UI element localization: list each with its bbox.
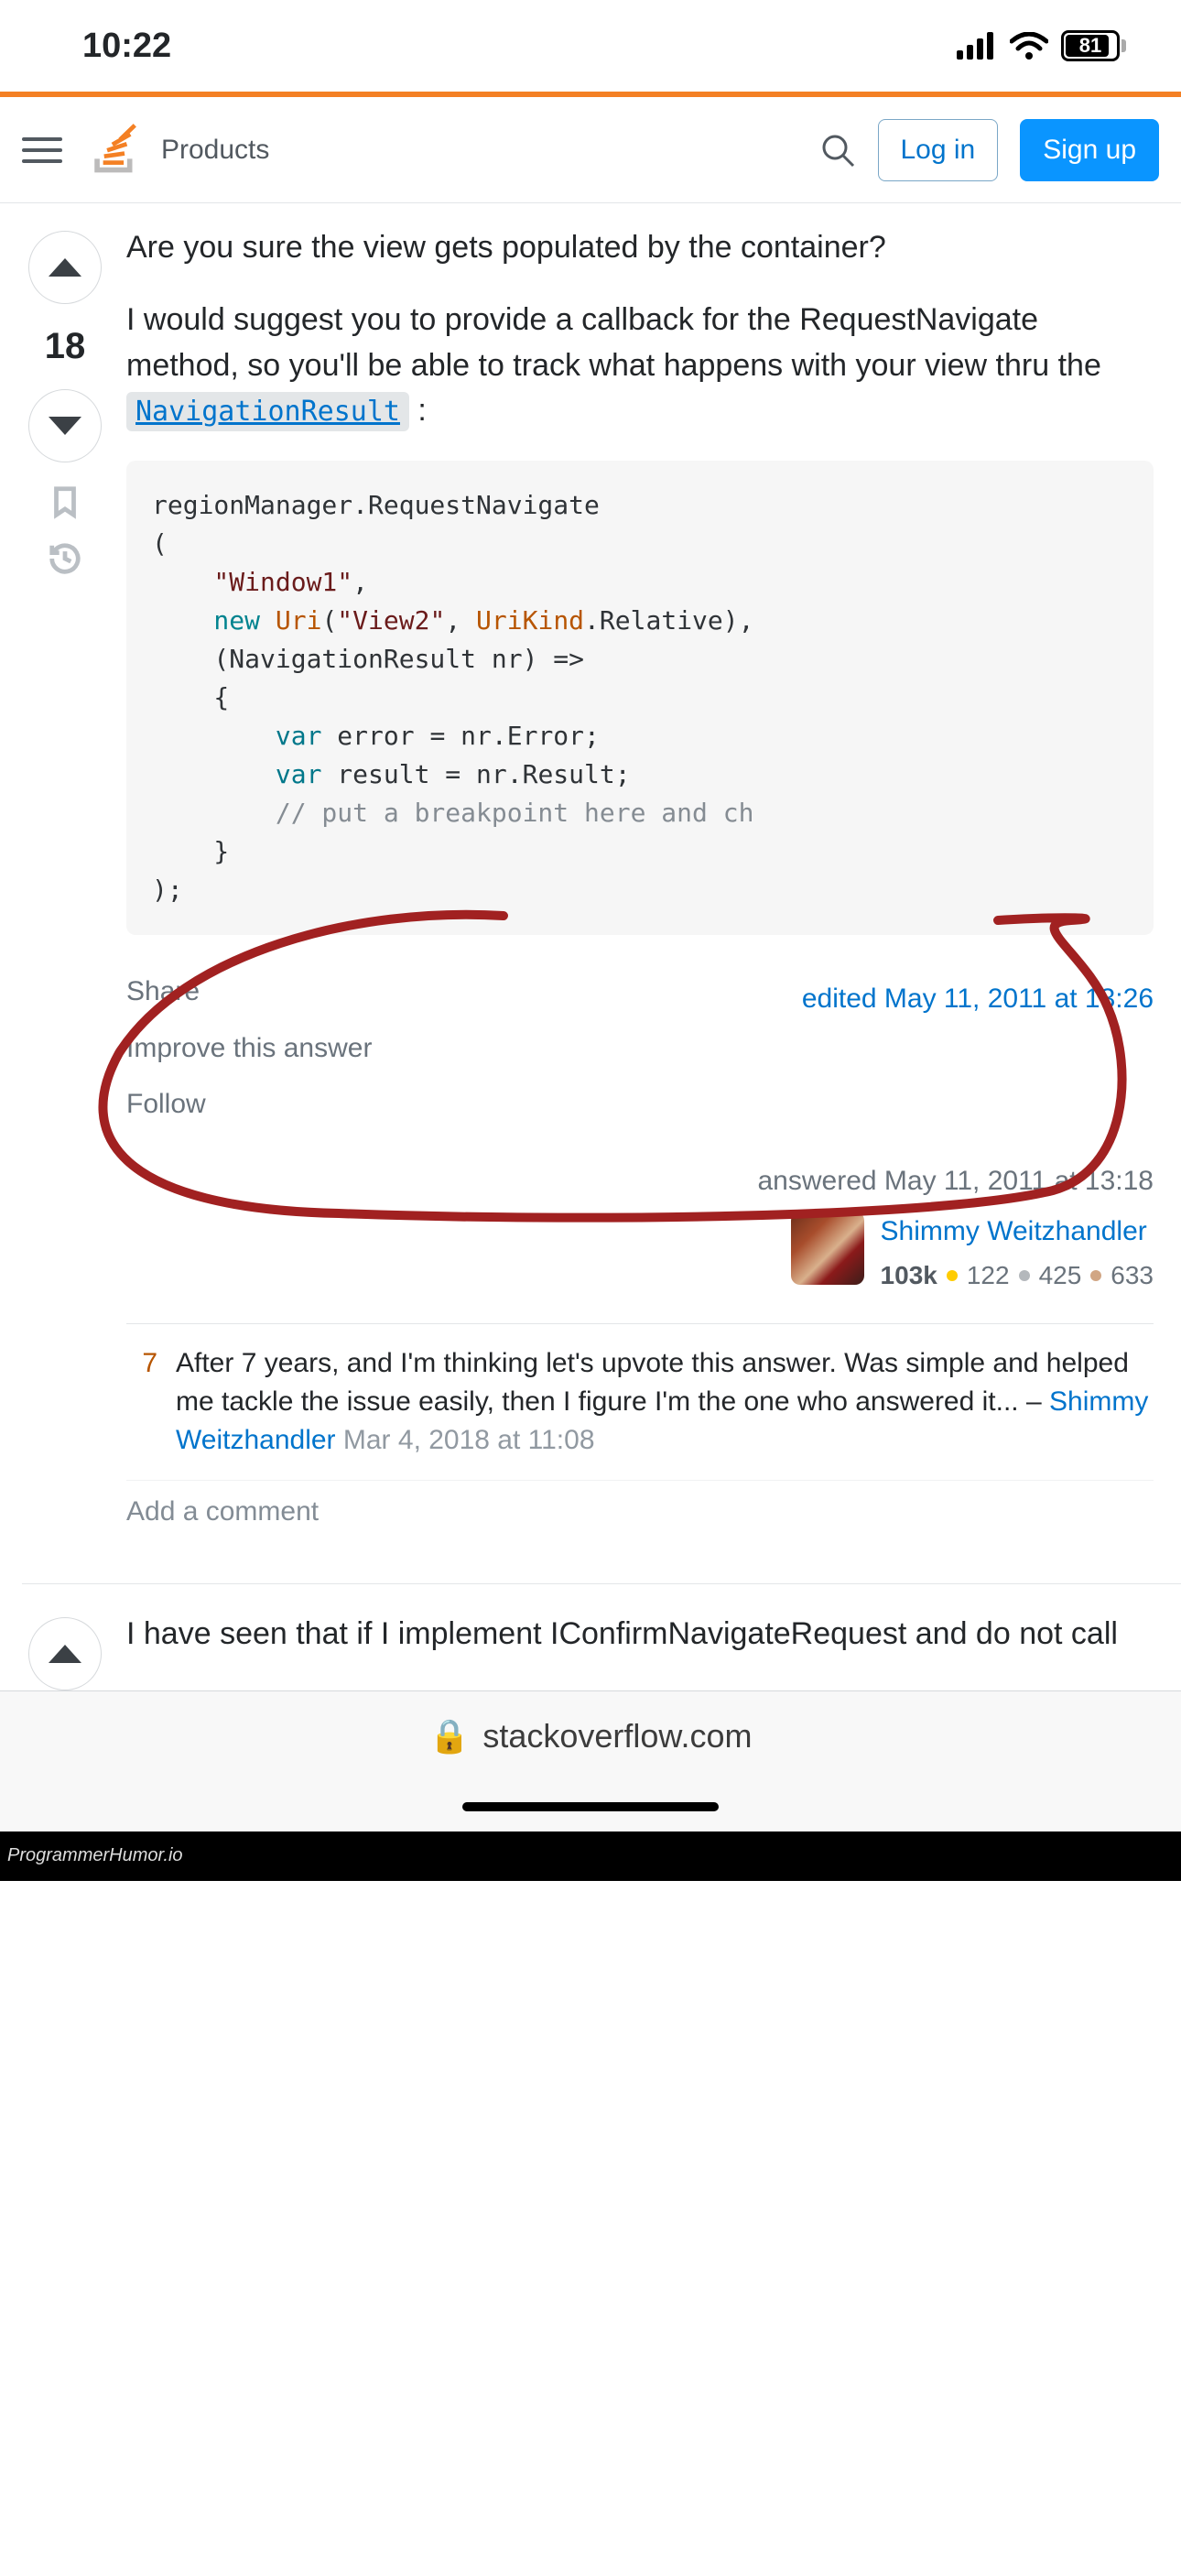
clock: 10:22 (82, 27, 171, 66)
comment-body: After 7 years, and I'm thinking let's up… (176, 1344, 1150, 1460)
answer: I have seen that if I implement IConfirm… (0, 1612, 1181, 1690)
edited-timestamp[interactable]: edited May 11, 2011 at 13:26 (802, 979, 1154, 1019)
comment-date: Mar 4, 2018 at 11:08 (336, 1425, 595, 1455)
site-header: Products Log in Sign up (0, 97, 1181, 203)
reputation-badges: 103k 122 425 633 (881, 1257, 1154, 1295)
improve-answer-link[interactable]: Improve this answer (126, 1028, 372, 1069)
answer-divider (22, 1583, 1181, 1584)
answer: 18 Are you sure the view gets populated … (0, 203, 1181, 1565)
add-comment-link[interactable]: Add a comment (126, 1481, 1154, 1565)
username-link[interactable]: Shimmy Weitzhandler (881, 1212, 1154, 1252)
answer-body: I have seen that if I implement IConfirm… (108, 1612, 1154, 1690)
code-block: regionManager.RequestNavigate ( "Window1… (126, 461, 1154, 935)
share-link[interactable]: Share (126, 972, 372, 1012)
gold-badge-icon (947, 1270, 958, 1281)
paragraph: I have seen that if I implement IConfirm… (126, 1612, 1154, 1657)
login-button[interactable]: Log in (878, 119, 999, 181)
answer-body: Are you sure the view gets populated by … (108, 225, 1154, 1565)
status-right: 81 (957, 30, 1126, 61)
paragraph: I would suggest you to provide a callbac… (126, 298, 1154, 433)
cellular-icon (957, 32, 997, 60)
navigationresult-link[interactable]: NavigationResult (126, 392, 409, 431)
bronze-badge-icon (1090, 1270, 1101, 1281)
lock-icon: 🔒 (429, 1717, 471, 1755)
status-bar: 10:22 81 (0, 0, 1181, 92)
bookmark-icon[interactable] (48, 484, 82, 519)
search-icon[interactable] (819, 132, 856, 168)
comments-section: 7 After 7 years, and I'm thinking let's … (126, 1323, 1154, 1481)
silver-badge-icon (1019, 1270, 1030, 1281)
menu-icon[interactable] (22, 130, 62, 170)
products-link[interactable]: Products (161, 135, 269, 166)
wifi-icon (1010, 32, 1048, 60)
browser-address-bar[interactable]: 🔒 stackoverflow.com (0, 1690, 1181, 1782)
answer-actions: Share Improve this answer Follow edited … (126, 972, 1154, 1125)
vote-column: 18 (22, 225, 108, 1565)
stackoverflow-logo-icon[interactable] (84, 123, 139, 178)
user-card: answered May 11, 2011 at 13:18 Shimmy We… (126, 1161, 1154, 1317)
watermark: ProgrammerHumor.io (0, 1831, 1181, 1881)
home-indicator (0, 1782, 1181, 1831)
avatar[interactable] (791, 1212, 864, 1285)
answered-timestamp: answered May 11, 2011 at 13:18 (126, 1161, 1154, 1201)
upvote-button[interactable] (28, 1617, 102, 1690)
history-icon[interactable] (48, 541, 82, 576)
downvote-button[interactable] (28, 389, 102, 462)
upvote-button[interactable] (28, 231, 102, 304)
battery-icon: 81 (1061, 30, 1126, 61)
domain-label: stackoverflow.com (482, 1717, 752, 1755)
comment: 7 After 7 years, and I'm thinking let's … (126, 1324, 1154, 1481)
comment-score: 7 (130, 1344, 157, 1460)
paragraph: Are you sure the view gets populated by … (126, 225, 1154, 270)
signup-button[interactable]: Sign up (1020, 119, 1159, 181)
vote-column (22, 1612, 108, 1690)
follow-link[interactable]: Follow (126, 1084, 372, 1125)
vote-score: 18 (45, 326, 86, 367)
